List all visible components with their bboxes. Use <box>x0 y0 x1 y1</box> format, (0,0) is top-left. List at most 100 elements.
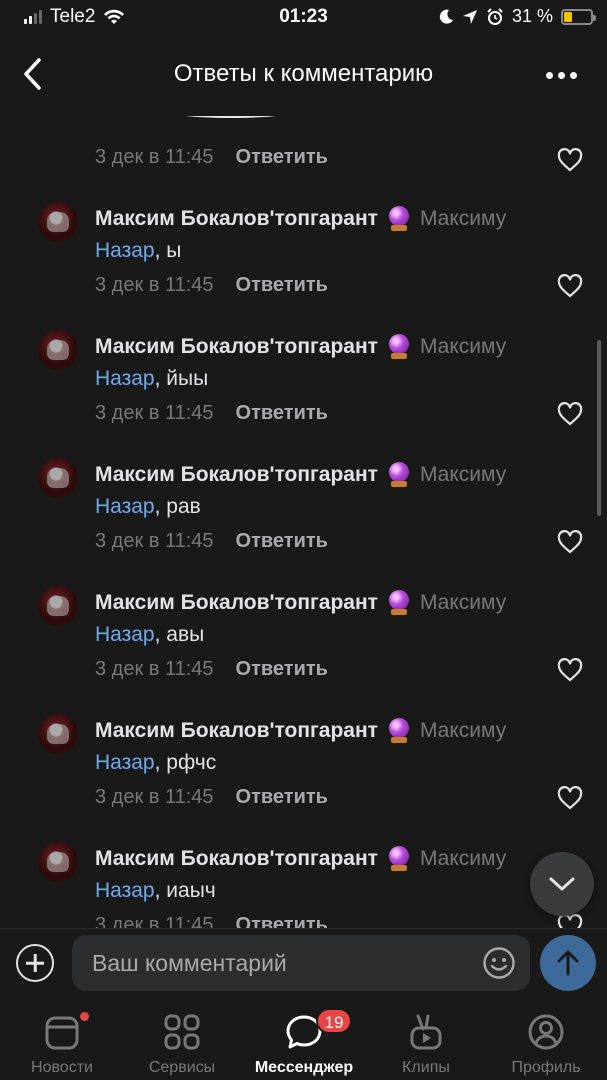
like-icon[interactable] <box>557 914 583 928</box>
reply-to: Максиму <box>419 207 507 230</box>
tab-news[interactable]: Новости <box>2 1010 122 1080</box>
comment-body: , рфчс <box>154 751 217 774</box>
comment-text: Назар, авы <box>95 623 204 647</box>
comment-body: , иаыч <box>154 879 216 902</box>
navigation-header: Ответы к комментарию <box>0 34 607 116</box>
tab-label: Сервисы <box>148 1059 216 1076</box>
alarm-icon <box>487 7 503 25</box>
profile-icon <box>528 1014 564 1050</box>
send-button[interactable] <box>540 935 596 991</box>
comment-date: 3 дек в 11:45 <box>95 786 214 808</box>
reply-to: Максиму <box>419 719 507 742</box>
avatar[interactable] <box>38 842 78 882</box>
comment-author[interactable]: Максим Бокалов'топгарант <box>95 335 378 359</box>
reply-button[interactable]: Ответить <box>236 402 328 425</box>
comment-item[interactable]: Максим Бокалов'топгарант Максиму Назар, рф… <box>0 706 607 834</box>
avatar[interactable] <box>38 458 78 498</box>
comment-item[interactable]: Максим Бокалов'топгарант Максиму Назар, йы… <box>0 322 607 450</box>
comment-header: Максим Бокалов'топгарант Максиму <box>95 462 506 488</box>
chevron-down-icon <box>549 877 575 891</box>
comment-author[interactable]: Максим Бокалов'топгарант <box>95 591 378 615</box>
like-icon[interactable] <box>557 148 583 172</box>
comment-input[interactable] <box>72 935 530 991</box>
comment-meta: 3 дек в 11:45 Ответить <box>95 402 328 425</box>
mention-link[interactable]: Назар <box>95 751 155 774</box>
comment-author[interactable]: Максим Бокалов'топгарант <box>95 847 378 871</box>
reply-button[interactable]: Ответить <box>236 274 328 297</box>
comment-body: , ы <box>154 239 182 262</box>
comment-meta: 3 дек в 11:45 Ответить <box>95 914 328 928</box>
comment-body: , рав <box>154 495 201 518</box>
like-icon[interactable] <box>557 274 583 298</box>
tab-clips[interactable]: Клипы <box>366 1010 486 1080</box>
comment-item[interactable]: Максим Бокалов'топгарант Максиму Назар, ра… <box>0 450 607 578</box>
comment-header: Максим Бокалов'топгарант Максиму <box>95 718 506 744</box>
comment-meta: 3 дек в 11:45 Ответить <box>95 274 328 297</box>
top-comment-meta: 3 дек в 11:45 Ответить <box>95 146 328 169</box>
crystal-ball-icon <box>388 334 410 360</box>
avatar[interactable] <box>38 586 78 626</box>
comment-text: Назар, йыы <box>95 367 208 391</box>
comment-header: Максим Бокалов'топгарант Максиму <box>95 590 506 616</box>
mention-link[interactable]: Назар <box>95 239 155 262</box>
news-icon <box>45 1016 79 1050</box>
like-icon[interactable] <box>557 530 583 554</box>
tab-profile[interactable]: Профиль <box>486 1010 606 1080</box>
comments-list[interactable]: 3 дек в 11:45 Ответить Максим Бокалов'то… <box>0 116 607 928</box>
comment-input-bar <box>0 928 607 1002</box>
crystal-ball-icon <box>388 718 410 744</box>
tab-bar: Новости Сервисы 19 Мессенджер Клипы Проф… <box>0 1002 607 1080</box>
comment-text: Назар, рфчс <box>95 751 216 775</box>
avatar[interactable] <box>38 202 78 242</box>
more-dots-icon <box>545 71 553 79</box>
like-icon[interactable] <box>557 786 583 810</box>
tab-label: Профиль <box>511 1059 581 1076</box>
arrow-up-icon <box>557 950 579 976</box>
crystal-ball-icon <box>388 846 410 872</box>
comment-date: 3 дек в 11:45 <box>95 914 214 928</box>
reply-to: Максиму <box>419 847 507 870</box>
comment-author[interactable]: Максим Бокалов'топгарант <box>95 207 378 231</box>
comment-date: 3 дек в 11:45 <box>95 146 214 168</box>
battery-icon <box>561 8 596 25</box>
reply-button[interactable]: Ответить <box>236 146 328 169</box>
comment-author[interactable]: Максим Бокалов'топгарант <box>95 719 378 743</box>
messenger-unread-badge: 19 <box>316 1008 352 1034</box>
reply-button[interactable]: Ответить <box>236 914 328 928</box>
tab-label: Мессенджер <box>254 1059 354 1076</box>
mention-link[interactable]: Назар <box>95 367 155 390</box>
reply-button[interactable]: Ответить <box>236 530 328 553</box>
comment-item[interactable]: Максим Бокалов'топгарант Максиму Назар, ав… <box>0 578 607 706</box>
reply-button[interactable]: Ответить <box>236 658 328 681</box>
avatar[interactable] <box>38 714 78 754</box>
mention-link[interactable]: Назар <box>95 495 155 518</box>
more-button[interactable] <box>541 60 581 90</box>
comment-item[interactable]: Максим Бокалов'топгарант Максиму Назар, ы 3… <box>0 194 607 322</box>
comment-text: Назар, рав <box>95 495 201 519</box>
reply-button[interactable]: Ответить <box>236 786 328 809</box>
reply-to: Максиму <box>419 335 507 358</box>
comment-body: , йыы <box>154 367 209 390</box>
attach-button[interactable] <box>16 944 54 982</box>
reply-to: Максиму <box>419 463 507 486</box>
comment-date: 3 дек в 11:45 <box>95 530 214 552</box>
scroll-indicator[interactable] <box>597 340 601 516</box>
emoji-icon[interactable] <box>482 946 516 980</box>
like-icon[interactable] <box>557 658 583 682</box>
crystal-ball-icon <box>388 462 410 488</box>
comment-header: Максим Бокалов'топгарант Максиму <box>95 846 506 872</box>
scroll-down-button[interactable] <box>530 852 594 916</box>
mention-link[interactable]: Назар <box>95 879 155 902</box>
comment-author[interactable]: Максим Бокалов'топгарант <box>95 463 378 487</box>
comment-header: Максим Бокалов'топгарант Максиму <box>95 334 506 360</box>
services-icon <box>164 1014 200 1050</box>
like-icon[interactable] <box>557 402 583 426</box>
status-right: 31 % <box>438 6 596 27</box>
reply-to: Максиму <box>419 591 507 614</box>
tab-services[interactable]: Сервисы <box>122 1010 242 1080</box>
moon-icon <box>439 9 453 24</box>
comment-item[interactable]: Максим Бокалов'топгарант Максиму Назар, иа… <box>0 834 607 928</box>
mention-link[interactable]: Назар <box>95 623 155 646</box>
avatar[interactable] <box>38 330 78 370</box>
tab-messenger[interactable]: 19 Мессенджер <box>244 1008 364 1080</box>
